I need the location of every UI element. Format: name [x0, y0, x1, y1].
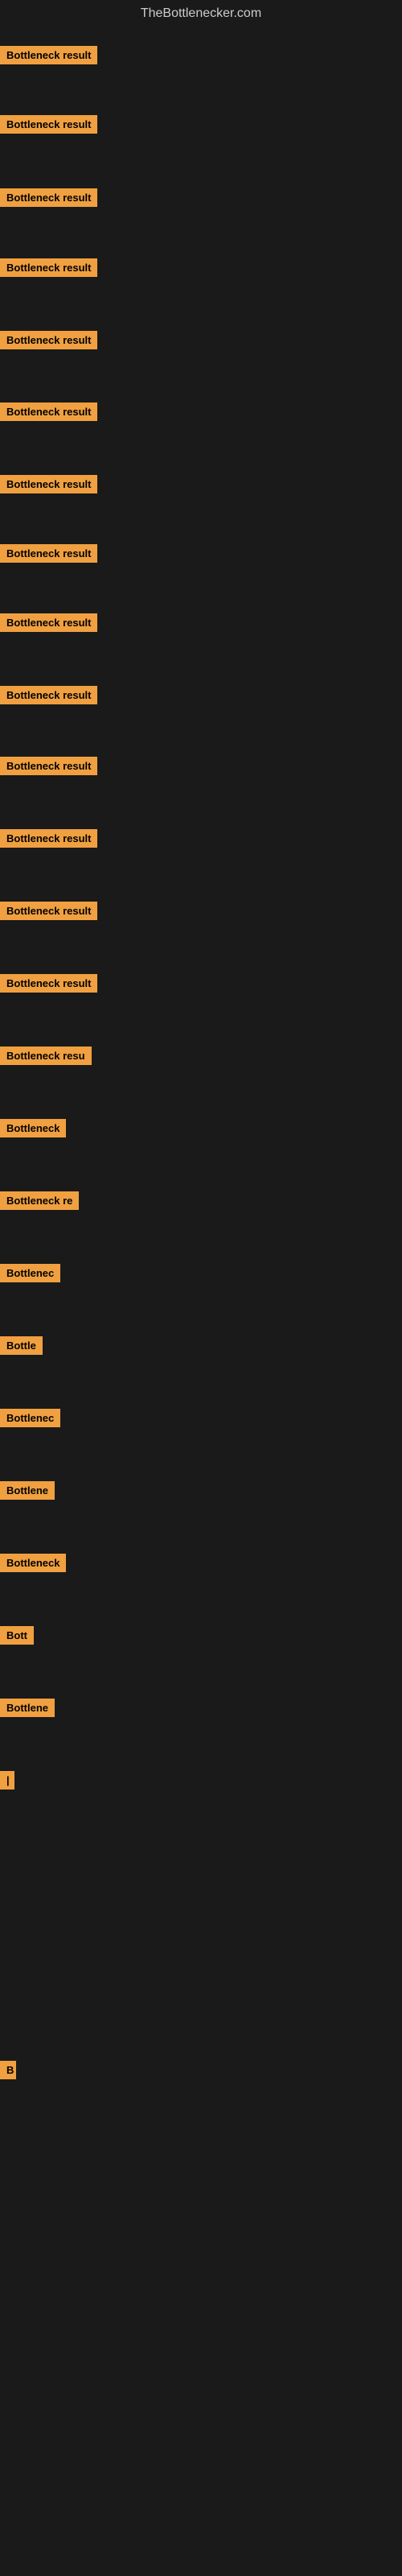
bottleneck-item-18: Bottlenec — [0, 1264, 60, 1286]
bottleneck-item-16: Bottleneck — [0, 1119, 66, 1141]
bottleneck-badge-23[interactable]: Bott — [0, 1626, 34, 1645]
bottleneck-badge-8[interactable]: Bottleneck result — [0, 544, 97, 563]
bottleneck-item-11: Bottleneck result — [0, 757, 97, 779]
bottleneck-item-7: Bottleneck result — [0, 475, 97, 497]
bottleneck-badge-12[interactable]: Bottleneck result — [0, 829, 97, 848]
bottleneck-badge-2[interactable]: Bottleneck result — [0, 115, 97, 134]
bottleneck-badge-19[interactable]: Bottle — [0, 1336, 43, 1355]
bottleneck-item-25: | — [0, 1771, 14, 1794]
bottleneck-item-10: Bottleneck result — [0, 686, 97, 708]
bottleneck-item-8: Bottleneck result — [0, 544, 97, 567]
bottleneck-item-4: Bottleneck result — [0, 258, 97, 281]
bottleneck-item-5: Bottleneck result — [0, 331, 97, 353]
bottleneck-badge-5[interactable]: Bottleneck result — [0, 331, 97, 349]
bottleneck-badge-25[interactable]: | — [0, 1771, 14, 1790]
bottleneck-badge-18[interactable]: Bottlenec — [0, 1264, 60, 1282]
site-title: TheBottlenecker.com — [0, 0, 402, 27]
bottleneck-badge-7[interactable]: Bottleneck result — [0, 475, 97, 493]
bottleneck-item-19: Bottle — [0, 1336, 43, 1359]
bottleneck-item-1: Bottleneck result — [0, 46, 97, 68]
bottleneck-item-17: Bottleneck re — [0, 1191, 79, 1214]
bottleneck-badge-3[interactable]: Bottleneck result — [0, 188, 97, 207]
bottleneck-badge-11[interactable]: Bottleneck result — [0, 757, 97, 775]
bottleneck-item-13: Bottleneck result — [0, 902, 97, 924]
bottleneck-item-15: Bottleneck resu — [0, 1046, 92, 1069]
bottleneck-item-6: Bottleneck result — [0, 402, 97, 425]
bottleneck-item-23: Bott — [0, 1626, 34, 1649]
bottleneck-item-2: Bottleneck result — [0, 115, 97, 138]
bottleneck-badge-4[interactable]: Bottleneck result — [0, 258, 97, 277]
bottleneck-badge-16[interactable]: Bottleneck — [0, 1119, 66, 1137]
bottleneck-badge-17[interactable]: Bottleneck re — [0, 1191, 79, 1210]
bottleneck-item-12: Bottleneck result — [0, 829, 97, 852]
bottleneck-badge-10[interactable]: Bottleneck result — [0, 686, 97, 704]
bottleneck-item-3: Bottleneck result — [0, 188, 97, 211]
bottleneck-badge-20[interactable]: Bottlenec — [0, 1409, 60, 1427]
bottleneck-item-26: B — [0, 2061, 16, 2083]
bottleneck-item-21: Bottlene — [0, 1481, 55, 1504]
bottleneck-item-22: Bottleneck — [0, 1554, 66, 1576]
bottleneck-badge-13[interactable]: Bottleneck result — [0, 902, 97, 920]
bottleneck-item-14: Bottleneck result — [0, 974, 97, 997]
bottleneck-badge-1[interactable]: Bottleneck result — [0, 46, 97, 64]
bottleneck-badge-14[interactable]: Bottleneck result — [0, 974, 97, 993]
bottleneck-badge-26[interactable]: B — [0, 2061, 16, 2079]
bottleneck-item-20: Bottlenec — [0, 1409, 60, 1431]
bottleneck-item-24: Bottlene — [0, 1699, 55, 1721]
bottleneck-badge-9[interactable]: Bottleneck result — [0, 613, 97, 632]
bottleneck-badge-24[interactable]: Bottlene — [0, 1699, 55, 1717]
bottleneck-badge-22[interactable]: Bottleneck — [0, 1554, 66, 1572]
bottleneck-badge-15[interactable]: Bottleneck resu — [0, 1046, 92, 1065]
bottleneck-item-9: Bottleneck result — [0, 613, 97, 636]
bottleneck-badge-21[interactable]: Bottlene — [0, 1481, 55, 1500]
bottleneck-badge-6[interactable]: Bottleneck result — [0, 402, 97, 421]
